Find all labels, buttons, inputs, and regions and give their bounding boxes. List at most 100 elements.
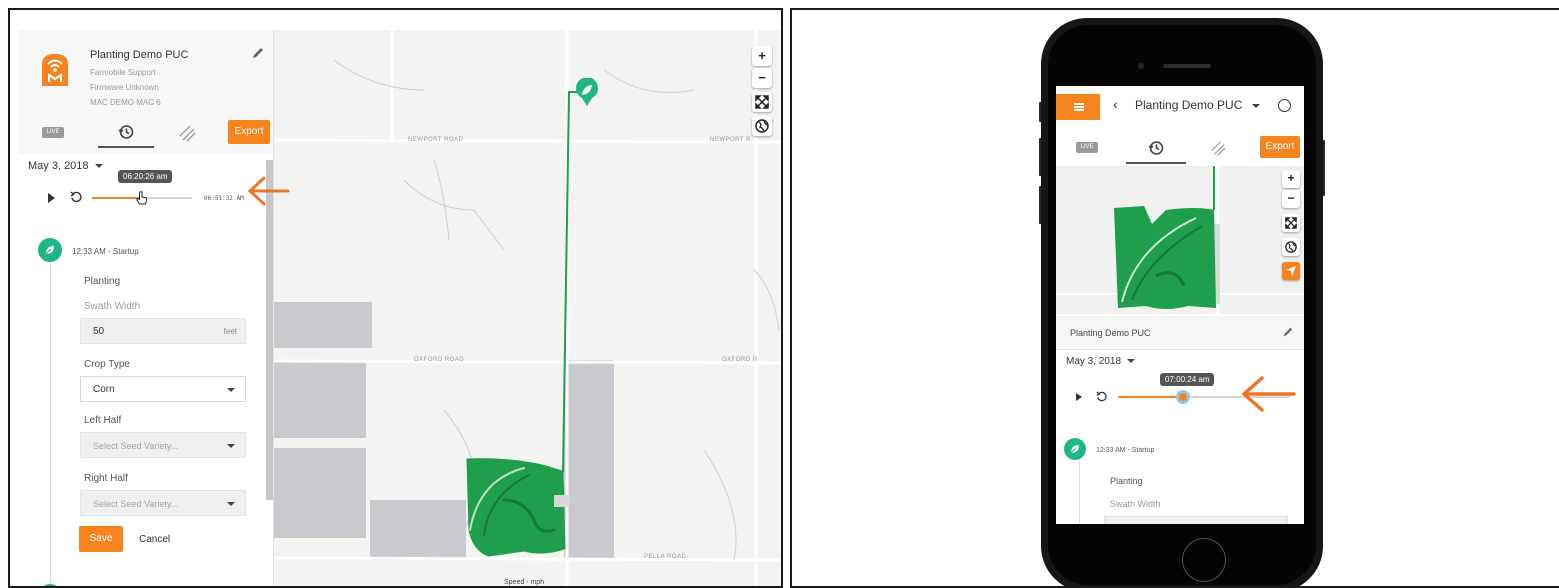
tab-coverage[interactable] (178, 124, 196, 142)
road-label-oxford: OXFORD ROAD (414, 357, 465, 363)
globe-icon (1285, 241, 1297, 253)
date-value: May 3, 2018 (28, 160, 89, 172)
tab-live[interactable]: LIVE (1076, 142, 1098, 153)
timeline-line (1079, 456, 1080, 524)
menu-button[interactable] (1056, 94, 1100, 120)
mobile-map[interactable]: + − (1056, 166, 1304, 314)
phone-screen: ‹ Planting Demo PUC LIVE Export + − Plan… (1056, 86, 1304, 524)
event-marker[interactable] (38, 238, 62, 262)
playback-end-time: 06:51:32 AM (204, 195, 244, 202)
expand-icon (755, 95, 769, 109)
swath-width-label: Swath Width (1110, 499, 1161, 509)
edit-pencil-icon[interactable] (251, 46, 265, 60)
leaf-pin-icon[interactable] (574, 78, 600, 108)
zoom-in-button[interactable]: + (1282, 170, 1300, 188)
playback-progress (1118, 396, 1184, 398)
swath-width-unit: feet (223, 327, 237, 336)
hamburger-icon (1074, 103, 1084, 105)
zoom-out-button[interactable]: − (752, 68, 772, 88)
history-panel: Planting Demo PUC Farmobile Support Firm… (18, 30, 274, 586)
hand-cursor-icon[interactable] (135, 190, 149, 206)
play-icon[interactable] (1076, 393, 1082, 401)
panel-scrollbar[interactable] (266, 160, 273, 500)
road-label-oxford-east: OXFORD R (722, 357, 758, 363)
right-half-select[interactable]: Select Seed Variety... (80, 490, 246, 516)
leaf-icon (45, 246, 54, 255)
date-value: May 3, 2018 (1066, 356, 1122, 367)
speaker-grille (1163, 64, 1211, 68)
device-mac: MAC DEMO MAC 6 (90, 98, 161, 107)
back-button[interactable]: ‹ (1113, 96, 1118, 112)
device-icon (42, 54, 68, 86)
zoom-in-button[interactable]: + (752, 46, 772, 66)
replay-icon[interactable] (1096, 391, 1107, 402)
playback-time-tooltip: 06:20:26 am (118, 170, 173, 183)
map-canvas (274, 30, 781, 586)
mobile-device-card: Planting Demo PUC (1056, 316, 1304, 350)
tab-history[interactable] (1126, 132, 1186, 164)
leaf-icon (1070, 445, 1079, 454)
timeline-line (50, 262, 51, 586)
right-half-label: Right Half (84, 473, 128, 484)
chevron-down-icon (227, 502, 235, 506)
crop-type-label: Crop Type (84, 359, 130, 370)
locate-button[interactable] (1282, 262, 1300, 280)
mobile-screenshot: ‹ Planting Demo PUC LIVE Export + − Plan… (790, 8, 1559, 588)
export-button[interactable]: Export (1260, 136, 1300, 158)
annotation-arrow-icon (1241, 376, 1296, 412)
event-marker[interactable] (38, 584, 62, 586)
tab-live[interactable]: LIVE (42, 127, 64, 138)
fullscreen-button[interactable] (1282, 214, 1300, 232)
road-label-newport-east: NEWPORT R (710, 137, 751, 143)
annotation-arrow-icon (247, 176, 290, 206)
mobile-device-title[interactable]: Planting Demo PUC (1135, 98, 1242, 112)
location-arrow-icon (1286, 266, 1296, 276)
zoom-out-button[interactable]: − (1282, 190, 1300, 208)
swath-width-input[interactable]: 50 feet (80, 318, 246, 344)
edit-pencil-icon[interactable] (1282, 326, 1294, 338)
date-selector[interactable]: May 3, 2018 (1066, 356, 1136, 367)
chevron-down-icon[interactable] (1252, 104, 1260, 108)
mobile-map-canvas (1056, 166, 1304, 314)
history-icon (1148, 141, 1164, 155)
panel-header: Planting Demo PUC Farmobile Support Firm… (18, 30, 273, 154)
expand-icon (1285, 217, 1297, 229)
event-title: 12:33 AM - Startup (1096, 447, 1155, 454)
play-icon[interactable] (48, 193, 55, 203)
mode-tabs: LIVE Export (18, 118, 273, 150)
tab-coverage[interactable] (1210, 140, 1226, 156)
chevron-down-icon (1127, 359, 1136, 364)
chevron-down-icon (94, 164, 103, 169)
event-marker[interactable] (1064, 438, 1086, 460)
save-button[interactable]: Save (79, 526, 123, 552)
home-button[interactable] (1182, 538, 1226, 582)
camera-icon (1138, 63, 1144, 69)
device-name: Planting Demo PUC (90, 49, 189, 61)
operation-label: Planting (1110, 476, 1143, 486)
tab-history[interactable] (98, 118, 154, 148)
swath-width-input[interactable]: 50 feet (1104, 516, 1288, 524)
chevron-down-icon (227, 388, 235, 392)
operation-label: Planting (84, 276, 121, 287)
replay-icon[interactable] (70, 191, 82, 203)
globe-icon (755, 119, 769, 133)
left-half-select[interactable]: Select Seed Variety... (80, 432, 246, 458)
globe-button[interactable] (752, 116, 772, 136)
desktop-map[interactable]: NEWPORT ROAD NEWPORT R OXFORD ROAD OXFOR… (274, 30, 781, 586)
left-half-placeholder: Select Seed Variety... (93, 441, 179, 451)
playback-slider-handle[interactable] (1176, 390, 1191, 404)
mobile-mode-tabs: LIVE Export (1056, 130, 1304, 166)
left-half-label: Left Half (84, 415, 122, 426)
crop-type-select[interactable]: Corn (80, 376, 246, 402)
playback-time-tooltip: 07:00:24 am (1160, 373, 1215, 386)
cancel-button[interactable]: Cancel (139, 534, 170, 545)
date-selector[interactable]: May 3, 2018 (28, 160, 103, 172)
road-label-newport: NEWPORT ROAD (408, 137, 464, 143)
event-title: 12:33 AM - Startup (72, 247, 139, 256)
hamburger-icon (1074, 106, 1084, 108)
fullscreen-button[interactable] (752, 92, 772, 112)
export-button[interactable]: Export (228, 120, 270, 144)
user-icon[interactable] (1278, 99, 1291, 112)
globe-button[interactable] (1282, 238, 1300, 256)
swath-width-value: 50 (93, 326, 105, 337)
